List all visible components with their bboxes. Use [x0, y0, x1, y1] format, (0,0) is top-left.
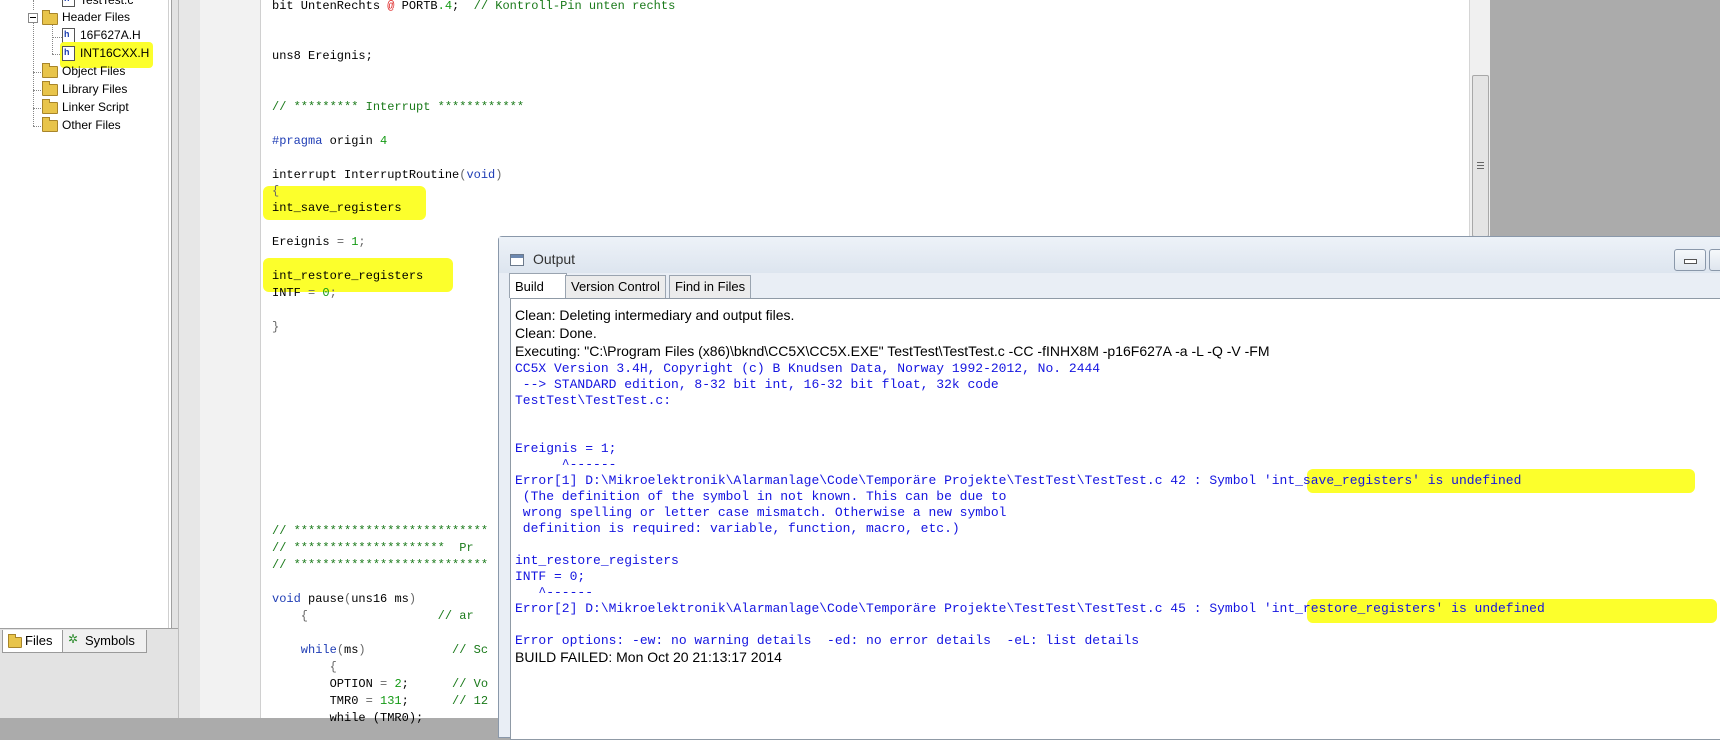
code-line: bit UntenRechts @ PORTB.4; // Kontroll-P… — [272, 0, 676, 13]
output-line: CC5X Version 3.4H, Copyright (c) B Knuds… — [515, 361, 1101, 376]
output-line: (The definition of the symbol in not kno… — [515, 489, 1007, 504]
symbols-icon: ✲ — [68, 632, 79, 646]
folder-icon — [42, 63, 58, 78]
tree-item-16f627a-h[interactable]: 16F627A.H — [62, 26, 162, 43]
folder-icon — [42, 117, 58, 132]
code-line: // *************************** — [272, 524, 489, 538]
code-line: #pragma origin 4 — [272, 134, 388, 148]
output-line: TestTest\TestTest.c: — [515, 393, 672, 408]
code-line: // ********* Interrupt ************ — [272, 100, 525, 114]
collapse-toggle[interactable] — [28, 13, 38, 23]
code-line: while (TMR0); — [272, 711, 424, 725]
tree-item-library-files[interactable]: Library Files — [42, 81, 162, 97]
output-window: Output Build Version Control Find in Fil… — [498, 236, 1720, 740]
code-line: { — [272, 660, 337, 674]
c-file-icon — [62, 0, 75, 7]
tab-files[interactable]: Files — [2, 630, 64, 653]
tree-item-linker-script[interactable]: Linker Script — [42, 99, 162, 115]
left-tab-bar: Files ✲ Symbols — [0, 628, 178, 657]
project-tree: TestTest.c Header Files 16F627A.H INT16C… — [0, 0, 172, 628]
tab-symbols[interactable]: ✲ Symbols — [62, 630, 147, 653]
tree-item-object-files[interactable]: Object Files — [42, 63, 162, 79]
tab-find-in-files[interactable]: Find in Files — [669, 275, 752, 298]
grip-line — [1477, 162, 1484, 163]
build-status: BUILD FAILED: Mon Oct 20 21:13:17 2014 — [515, 649, 782, 665]
output-line: Ereignis = 1; — [515, 441, 617, 456]
project-pane: TestTest.c Header Files 16F627A.H INT16C… — [0, 0, 178, 718]
output-title: Output — [533, 251, 576, 267]
folder-open-icon — [42, 10, 58, 25]
output-line: ^------ — [515, 457, 617, 472]
output-line: int_restore_registers — [515, 553, 679, 568]
maximize-button[interactable] — [1709, 249, 1720, 271]
tab-version-control[interactable]: Version Control — [565, 275, 666, 298]
folder-icon — [42, 99, 58, 114]
tree-item-int16cxx-h[interactable]: INT16CXX.H — [62, 44, 162, 61]
code-line: { // ar — [272, 609, 474, 623]
output-line: --> STANDARD edition, 8-32 bit int, 16-3… — [515, 377, 999, 392]
editor-scrollbar[interactable] — [1469, 0, 1490, 240]
output-line: Error options: -ew: no warning details -… — [515, 633, 1140, 648]
tree-item-other-files[interactable]: Other Files — [42, 117, 162, 133]
code-line: INTF = 0; — [272, 286, 337, 300]
code-line: { — [272, 184, 280, 198]
grip-line — [1477, 168, 1484, 169]
code-line: uns8 Ereignis; — [272, 49, 373, 63]
error-line: Error[1] D:\Mikroelektronik\Alarmanlage\… — [515, 473, 1522, 488]
header-file-icon — [62, 44, 75, 61]
tree-connector — [52, 24, 53, 54]
code-line: int_restore_registers — [272, 269, 424, 283]
output-line: Clean: Deleting intermediary and output … — [515, 307, 795, 323]
code-line: while(ms) // Sc — [272, 643, 489, 657]
output-line: Executing: "C:\Program Files (x86)\bknd\… — [515, 343, 1270, 359]
output-text-area[interactable]: Clean: Deleting intermediary and output … — [510, 298, 1720, 740]
code-line: interrupt InterruptRoutine(void) — [272, 168, 503, 182]
tree-connector — [52, 37, 62, 38]
background-area — [1490, 0, 1720, 240]
code-line: TMR0 = 131; // 12 — [272, 694, 489, 708]
scrollbar-thumb[interactable] — [1472, 75, 1489, 237]
editor-gutter — [200, 0, 261, 718]
output-line: INTF = 0; — [515, 569, 586, 584]
panel-divider — [168, 0, 169, 628]
code-line: int_save_registers — [272, 201, 402, 215]
code-line: OPTION = 2; // Vo — [272, 677, 489, 691]
error-line: Error[2] D:\Mikroelektronik\Alarmanlage\… — [515, 601, 1545, 616]
grip-line — [1477, 165, 1484, 166]
folder-icon — [42, 81, 58, 96]
window-icon — [510, 254, 524, 266]
output-line: ^------ — [515, 585, 594, 600]
code-line: Ereignis = 1; — [272, 235, 366, 249]
folder-icon — [8, 634, 22, 648]
tree-item-header-files[interactable]: Header Files — [42, 9, 162, 25]
tree-connector — [33, 0, 34, 10]
output-line: Clean: Done. — [515, 325, 597, 341]
code-line: // ********************* Pr — [272, 541, 474, 555]
output-titlebar[interactable]: Output — [499, 237, 1720, 273]
minimize-button[interactable] — [1674, 249, 1706, 271]
output-line: wrong spelling or letter case mismatch. … — [515, 505, 1007, 520]
code-line: // *************************** — [272, 558, 489, 572]
tab-build[interactable]: Build — [509, 273, 567, 298]
header-file-icon — [62, 26, 75, 43]
output-line: definition is required: variable, functi… — [515, 521, 960, 536]
code-line: } — [272, 320, 280, 334]
tree-connector — [33, 22, 34, 126]
code-line: void pause(uns16 ms) — [272, 592, 417, 606]
